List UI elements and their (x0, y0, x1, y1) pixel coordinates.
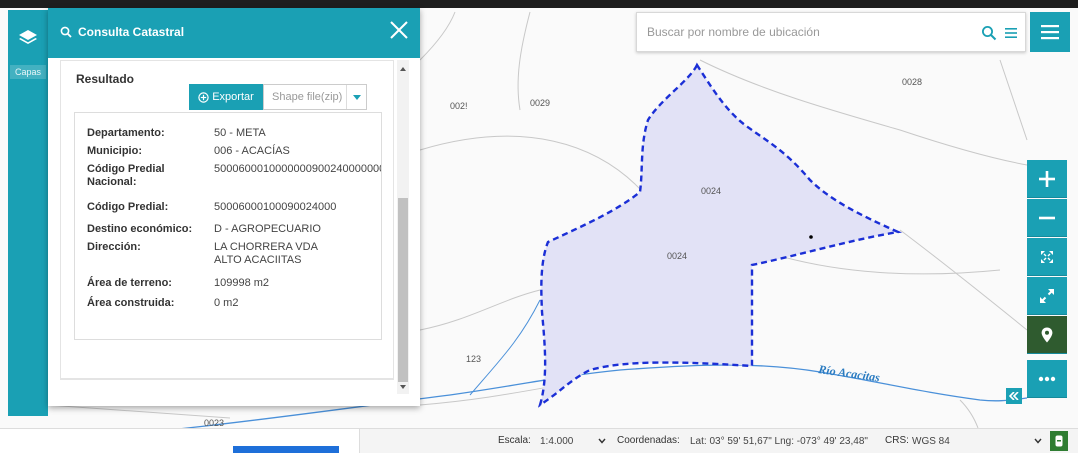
zoom-out-button[interactable] (1027, 199, 1067, 237)
info-value: 50006000100090024000 (214, 201, 337, 213)
chevron-down-icon[interactable] (597, 436, 607, 446)
zoom-in-button[interactable] (1027, 160, 1067, 198)
result-title: Resultado (76, 72, 135, 86)
location-search (636, 12, 1026, 52)
info-value: 006 - ACACÍAS (214, 145, 290, 157)
export-label: Exportar (212, 91, 254, 103)
info-label: Código Predial: (87, 201, 169, 213)
scroll-down-icon[interactable] (397, 382, 409, 392)
scale-label: Escala: (498, 435, 531, 446)
panel-divider (60, 378, 394, 379)
fullscreen-button[interactable] (1027, 277, 1067, 315)
search-icon[interactable] (981, 25, 997, 41)
export-format-select[interactable]: Shape file(zip) (263, 84, 367, 110)
top-strip (0, 0, 1078, 8)
database-icon (1055, 435, 1063, 447)
plus-icon (1039, 170, 1055, 187)
parcel-label: 0029 (530, 98, 550, 108)
info-label: Departamento: (87, 127, 165, 139)
coords-label: Coordenadas: (617, 435, 680, 446)
layers-caption: Capas (10, 65, 46, 79)
parcel-label: 002! (450, 101, 468, 111)
info-value: LA CHORRERA VDA ALTO ACACIITAS (214, 241, 318, 266)
info-value: 0 m2 (214, 297, 239, 309)
info-value: 109998 m2 (214, 277, 270, 289)
panel-header: Consulta Catastral (48, 8, 420, 58)
info-value: 50 - META (214, 127, 266, 139)
full-extent-button[interactable] (1027, 238, 1067, 276)
parcel-label: 0028 (902, 77, 922, 87)
crs-settings-button[interactable] (1050, 431, 1068, 451)
more-tools-button[interactable] (1027, 360, 1067, 398)
panel-scrollbar[interactable] (397, 60, 409, 394)
hamburger-icon (1041, 25, 1059, 40)
chevron-down-icon[interactable] (1033, 436, 1043, 446)
parcel-label: 0024 (701, 186, 721, 196)
map-viewer: 0028 0029 002! 0024 0024 123 0023 Río Ac… (0, 0, 1078, 453)
plus-circle-icon (198, 91, 209, 103)
search-icon (60, 26, 72, 38)
info-label: Área construida: (87, 297, 175, 309)
layers-icon (19, 30, 37, 44)
result-info-box: Departamento: 50 - META Municipio: 006 -… (74, 112, 382, 340)
info-label: Área de terreno: (87, 277, 172, 289)
parcel-label: 0023 (204, 418, 224, 428)
cadastral-query-panel: Consulta Catastral Resultado Exportar Sh… (48, 8, 420, 406)
panel-title: Consulta Catastral (78, 25, 185, 39)
info-value: D - AGROPECUARIO (214, 223, 321, 235)
more-icon (1038, 376, 1056, 381)
info-label: Código Predial Nacional: (87, 163, 165, 188)
export-button[interactable]: Exportar (189, 84, 263, 110)
collapse-toolbar-button[interactable] (1006, 388, 1022, 404)
query-point-marker (809, 235, 813, 239)
scroll-thumb[interactable] (398, 198, 408, 382)
fullscreen-icon (1040, 288, 1054, 303)
export-format-value: Shape file(zip) (272, 91, 343, 103)
info-label: Destino económico: (87, 223, 193, 235)
close-icon[interactable] (388, 19, 410, 41)
bottom-action-button[interactable] (233, 446, 339, 453)
info-label: Dirección: (87, 241, 141, 253)
info-label: Municipio: (87, 145, 142, 157)
locate-button[interactable] (1027, 316, 1067, 354)
crs-value: WGS 84 (912, 435, 950, 447)
info-value: 500060001000000090024000000000 (214, 163, 382, 175)
layers-button[interactable] (8, 18, 48, 58)
search-input[interactable] (637, 13, 967, 51)
layers-sidebar: Capas (8, 10, 48, 416)
caret-down-icon (346, 85, 366, 109)
scroll-up-icon[interactable] (397, 64, 409, 74)
parcel-label: 123 (466, 354, 481, 364)
minus-icon (1039, 216, 1055, 219)
crs-select[interactable]: WGS 84 (908, 432, 1044, 450)
location-pin-icon (1041, 327, 1053, 342)
panel-title-group: Consulta Catastral (60, 25, 184, 39)
list-icon[interactable] (1004, 26, 1018, 40)
crs-label: CRS: (885, 435, 909, 446)
double-chevron-left-icon (1009, 392, 1019, 400)
scale-value: 1:4.000 (540, 435, 574, 447)
main-menu-button[interactable] (1030, 12, 1070, 52)
coords-value: Lat: 03° 59' 51,67" Lng: -073° 49' 23,48… (690, 435, 868, 447)
parcel-label: 0024 (667, 251, 687, 261)
extent-icon (1041, 250, 1053, 263)
